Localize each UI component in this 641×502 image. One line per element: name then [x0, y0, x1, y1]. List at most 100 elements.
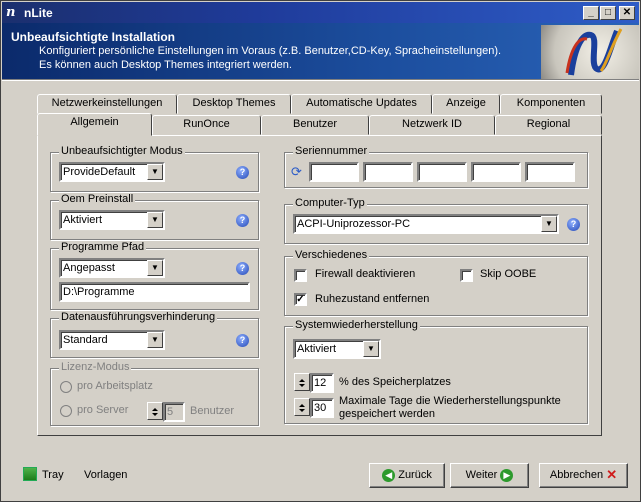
- group-comp-title: Computer-Typ: [293, 197, 367, 209]
- radio-label: pro Server: [77, 404, 129, 416]
- tab-netzwerkeinstellungen[interactable]: Netzwerkeinstellungen: [37, 94, 177, 114]
- serial-field-2[interactable]: [363, 162, 413, 182]
- dep-select[interactable]: Standard ▼: [59, 330, 165, 350]
- tray-link[interactable]: Tray: [42, 469, 64, 481]
- group-dep-title: Datenausführungsverhinderung: [59, 311, 218, 323]
- group-sysrestore: Systemwiederherstellung Aktiviert ▼ 12 %…: [284, 319, 588, 424]
- chevron-down-icon: ▼: [147, 212, 163, 228]
- templates-link[interactable]: Vorlagen: [84, 469, 127, 481]
- close-button[interactable]: ✕: [619, 6, 635, 20]
- firewall-checkbox[interactable]: [294, 269, 307, 282]
- chevron-down-icon: ▼: [147, 260, 163, 276]
- prog-select[interactable]: Angepasst ▼: [59, 258, 165, 278]
- percent-field[interactable]: 12: [310, 373, 334, 393]
- chevron-down-icon: ▼: [147, 332, 163, 348]
- prog-path-input[interactable]: D:\Programme: [59, 282, 250, 302]
- days-label-line2: gespeichert werden: [339, 408, 436, 420]
- group-serial: Seriennummer ⟳: [284, 145, 588, 188]
- chevron-down-icon: ▼: [147, 164, 163, 180]
- page-description-line1: Konfiguriert persönliche Einstellungen i…: [39, 45, 502, 57]
- oem-select-value: Aktiviert: [63, 214, 103, 226]
- skip-oobe-label: Skip OOBE: [480, 268, 537, 280]
- serial-field-1[interactable]: [309, 162, 359, 182]
- computer-type-select[interactable]: ACPI-Uniprozessor-PC ▼: [293, 214, 559, 234]
- radio-pro-arbeitsplatz[interactable]: [60, 381, 72, 393]
- mode-select[interactable]: ProvideDefault ▼: [59, 162, 165, 182]
- group-sysrestore-title: Systemwiederherstellung: [293, 319, 420, 331]
- group-lic-title: Lizenz-Modus: [59, 361, 132, 373]
- percent-stepper[interactable]: [294, 373, 310, 391]
- tab-anzeige[interactable]: Anzeige: [432, 94, 500, 114]
- days-stepper[interactable]: [294, 398, 310, 416]
- oem-select[interactable]: Aktiviert ▼: [59, 210, 165, 230]
- minimize-button[interactable]: _: [583, 6, 599, 20]
- next-button[interactable]: Weiter ▶: [450, 463, 529, 488]
- sysrestore-value: Aktiviert: [297, 343, 337, 355]
- window-title: nLite: [24, 6, 53, 20]
- chevron-down-icon: ▼: [541, 216, 557, 232]
- sysrestore-select[interactable]: Aktiviert ▼: [293, 339, 381, 359]
- tray-icon[interactable]: [23, 467, 37, 481]
- help-icon[interactable]: ?: [236, 214, 249, 227]
- back-arrow-icon: ◀: [382, 468, 396, 482]
- dep-select-value: Standard: [63, 334, 108, 346]
- days-field[interactable]: 30: [310, 398, 334, 418]
- users-label: Benutzer: [190, 405, 235, 417]
- tab-desktop-themes[interactable]: Desktop Themes: [177, 94, 291, 114]
- group-mode-title: Unbeaufsichtigter Modus: [59, 145, 185, 157]
- users-stepper[interactable]: [147, 402, 163, 420]
- radio-pro-server[interactable]: [60, 405, 72, 417]
- tab-runonce[interactable]: RunOnce: [152, 115, 261, 135]
- group-prog: Programme Pfad Angepasst ▼ ? D:\Programm…: [50, 241, 259, 310]
- radio-label: pro Arbeitsplatz: [77, 380, 153, 392]
- back-label: Zurück: [398, 469, 432, 481]
- tab-komponenten[interactable]: Komponenten: [500, 94, 602, 114]
- group-dep: Datenausführungsverhinderung Standard ▼ …: [50, 311, 259, 358]
- maximize-button[interactable]: □: [600, 6, 616, 20]
- users-field[interactable]: 5: [163, 402, 185, 422]
- group-prog-title: Programme Pfad: [59, 241, 147, 253]
- days-label-line1: Maximale Tage die Wiederherstellungspunk…: [339, 395, 561, 407]
- nlite-icon: n: [6, 5, 16, 20]
- group-oem-title: Oem Preinstall: [59, 193, 136, 205]
- tab-automatische-updates[interactable]: Automatische Updates: [291, 94, 432, 114]
- help-icon[interactable]: ?: [567, 218, 580, 231]
- skip-oobe-checkbox[interactable]: [460, 269, 473, 282]
- title-bar[interactable]: n nLite _ □ ✕: [2, 2, 639, 23]
- refresh-icon[interactable]: ⟳: [291, 164, 302, 180]
- hibernation-checkbox[interactable]: ✓: [294, 293, 307, 306]
- group-comp: Computer-Typ ACPI-Uniprozessor-PC ▼ ?: [284, 197, 588, 244]
- help-icon[interactable]: ?: [236, 262, 249, 275]
- page-description-line2: Es können auch Desktop Themes integriert…: [39, 59, 292, 71]
- cancel-button[interactable]: Abbrechen ✕: [539, 463, 628, 488]
- tab-allgemein[interactable]: Allgemein: [37, 113, 152, 136]
- tab-panel-allgemein: Unbeaufsichtigter Modus ProvideDefault ▼…: [37, 135, 602, 436]
- next-arrow-icon: ▶: [500, 468, 514, 482]
- firewall-label: Firewall deaktivieren: [315, 268, 416, 280]
- help-icon[interactable]: ?: [236, 334, 249, 347]
- close-icon: ✕: [606, 467, 618, 483]
- chevron-down-icon: ▼: [363, 341, 379, 357]
- group-lic: Lizenz-Modus pro Arbeitsplatz pro Server…: [50, 361, 259, 426]
- group-misc: Verschiedenes Firewall deaktivieren Skip…: [284, 249, 588, 316]
- hibernation-label: Ruhezustand entfernen: [315, 293, 430, 305]
- tab-benutzer[interactable]: Benutzer: [261, 115, 369, 135]
- prog-select-value: Angepasst: [63, 262, 115, 274]
- mode-select-value: ProvideDefault: [63, 166, 136, 178]
- group-serial-title: Seriennummer: [293, 145, 370, 157]
- page-title: Unbeaufsichtigte Installation: [11, 30, 176, 44]
- group-misc-title: Verschiedenes: [293, 249, 370, 261]
- app-window: n nLite _ □ ✕ Unbeaufsichtigte Installat…: [0, 0, 641, 502]
- tab-regional[interactable]: Regional: [495, 115, 602, 135]
- cancel-label: Abbrechen: [549, 469, 604, 481]
- next-label: Weiter: [465, 469, 498, 481]
- serial-field-5[interactable]: [525, 162, 575, 182]
- help-icon[interactable]: ?: [236, 166, 249, 179]
- computer-type-value: ACPI-Uniprozessor-PC: [297, 218, 411, 230]
- serial-field-3[interactable]: [417, 162, 467, 182]
- tab-netzwerk-id[interactable]: Netzwerk ID: [369, 115, 495, 135]
- nlite-logo: [541, 25, 639, 79]
- percent-label: % des Speicherplatzes: [339, 376, 451, 388]
- serial-field-4[interactable]: [471, 162, 521, 182]
- back-button[interactable]: ◀ Zurück: [369, 463, 445, 488]
